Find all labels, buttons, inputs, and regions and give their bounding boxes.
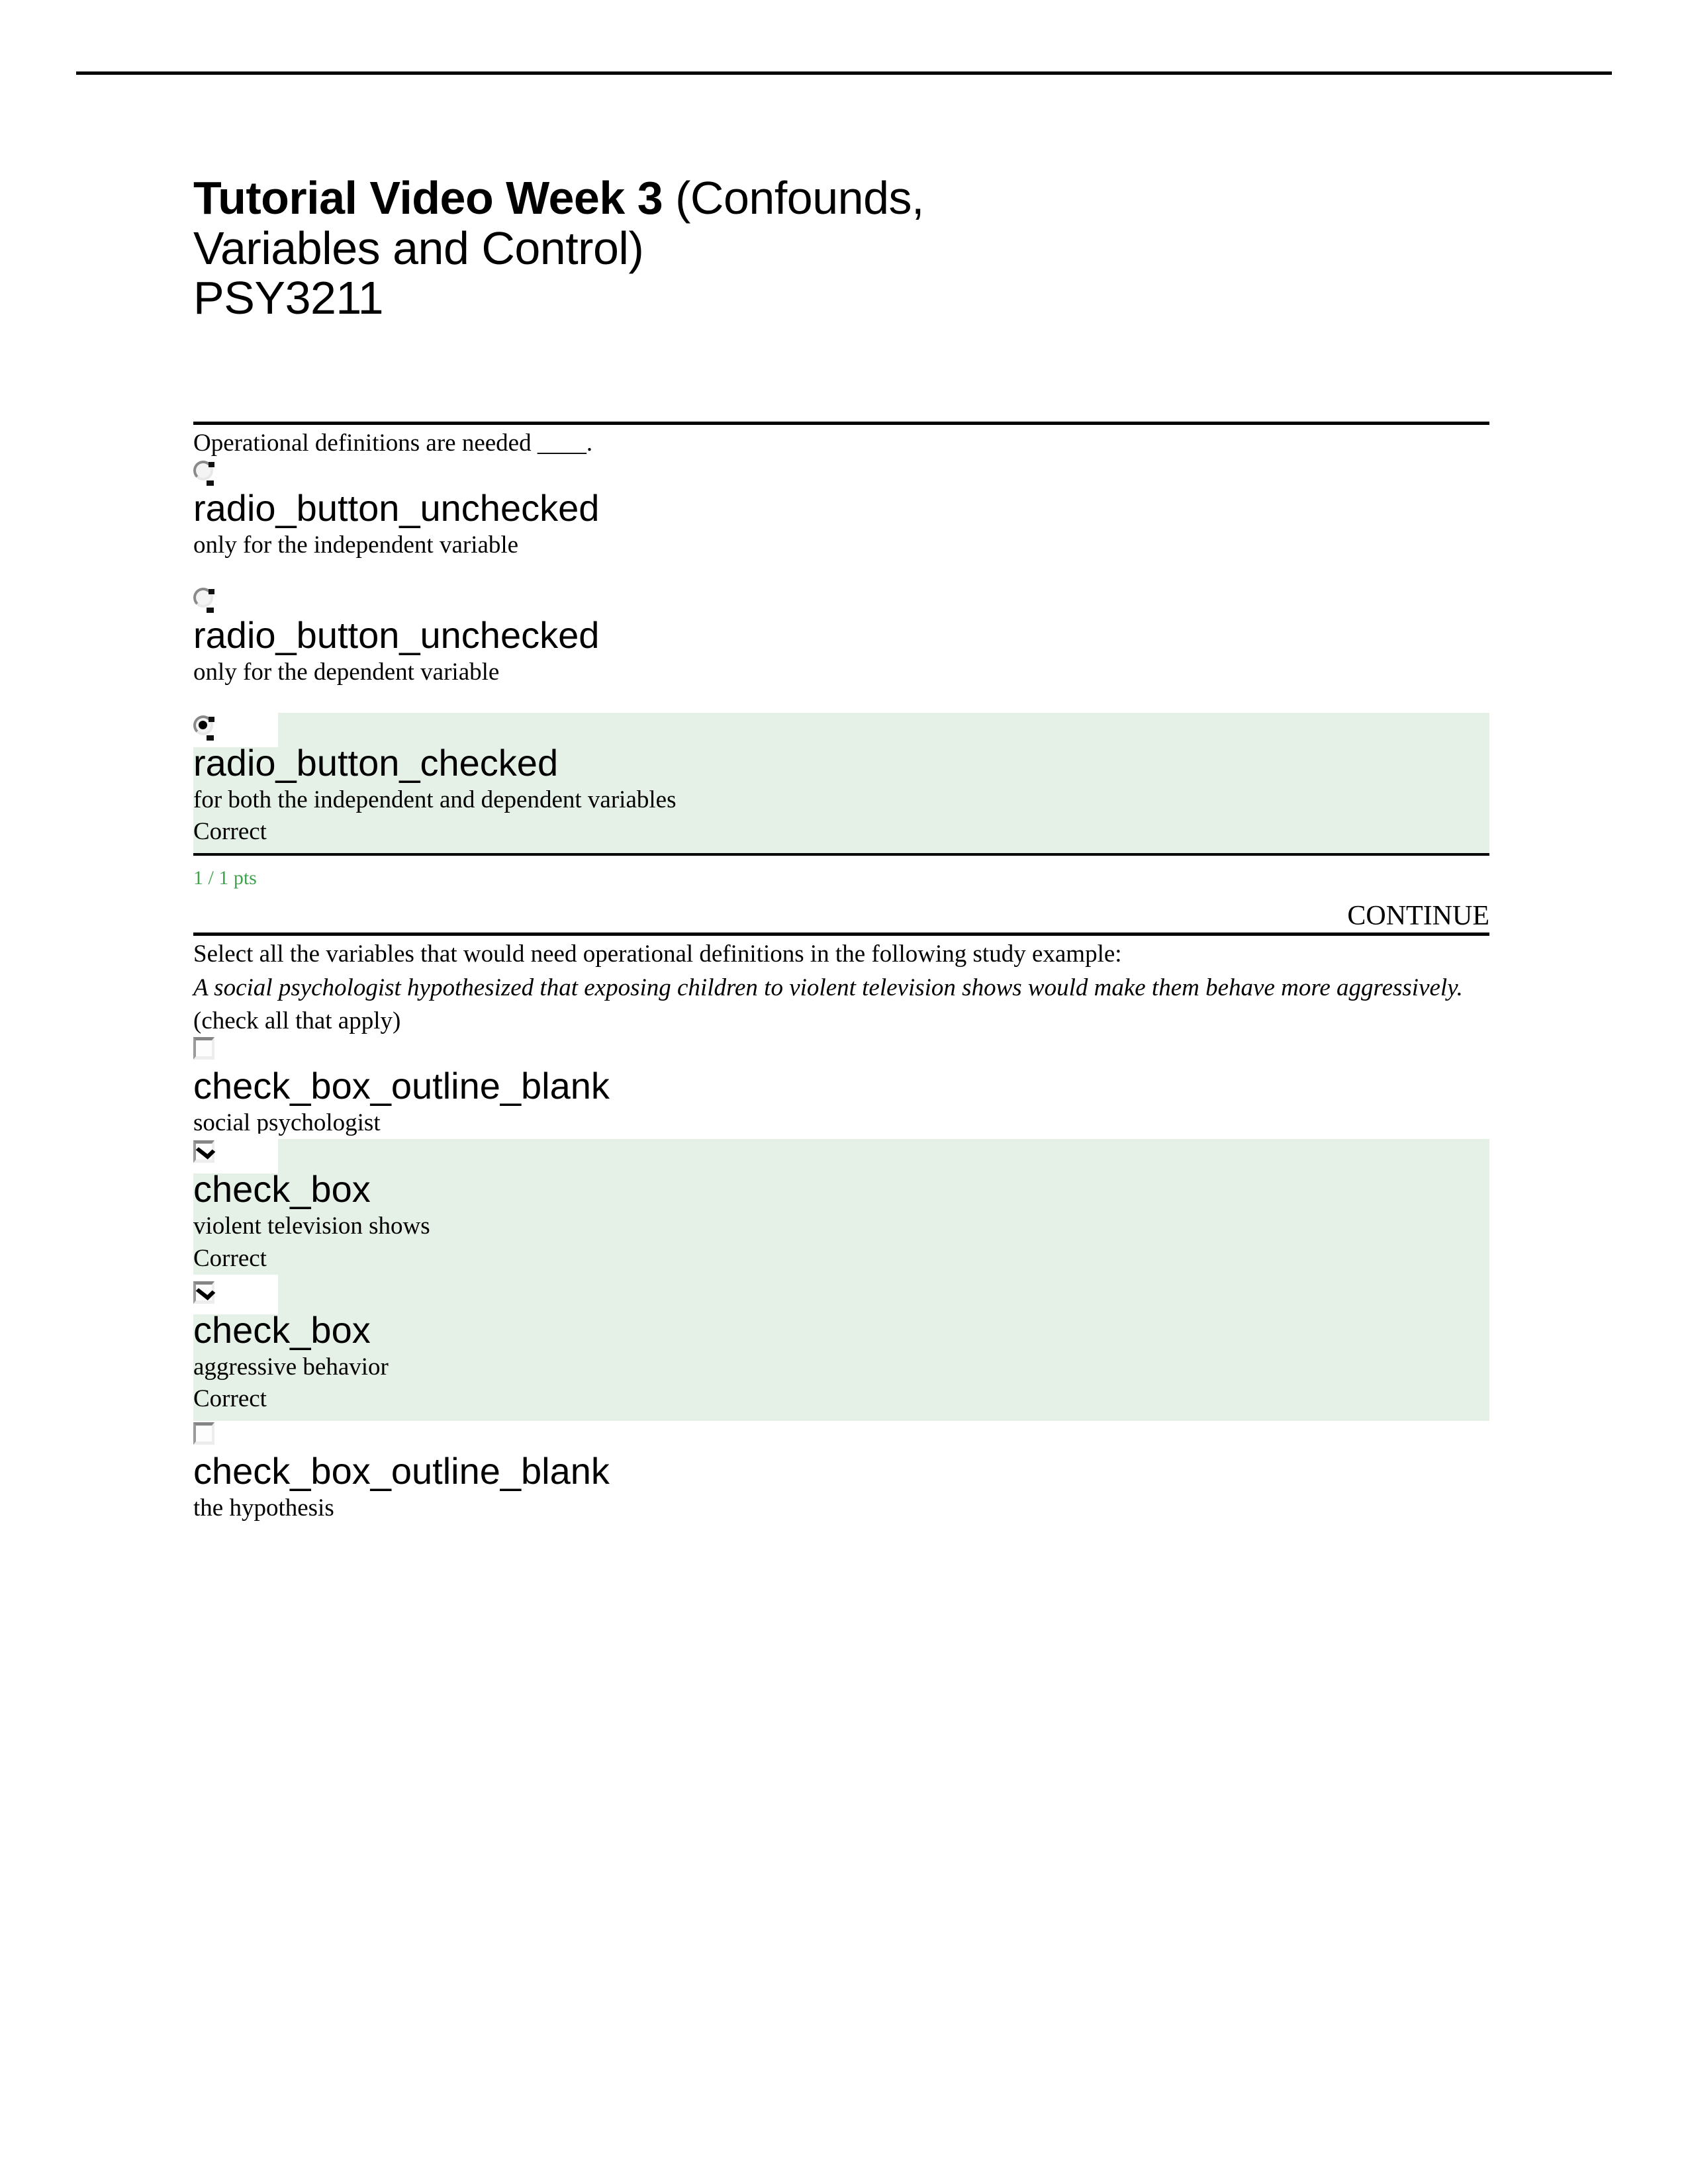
page-title-line2: Variables and Control) — [193, 222, 644, 274]
question-2-option-2-text: violent television shows — [193, 1212, 430, 1240]
continue-button[interactable]: CONTINUE — [193, 902, 1489, 933]
question-1-option-1-glyph-label: radio_button_unchecked — [193, 486, 600, 529]
question-1-option-3[interactable]: radio_button_checked for both the indepe… — [189, 707, 1489, 854]
radio-nub-top-icon — [209, 716, 214, 722]
radio-nub-icon — [207, 735, 214, 741]
radio-dot-icon — [199, 720, 207, 729]
radio-unchecked-row-1 — [193, 458, 1489, 487]
question-1-option-3-glyph-label: radio_button_checked — [193, 741, 559, 784]
question-2-option-2[interactable]: check_box violent television shows Corre… — [189, 1134, 1489, 1281]
radio-button-unchecked-icon[interactable] — [193, 588, 214, 614]
question-1-option-3-text: for both the independent and dependent v… — [193, 786, 677, 813]
check-box-outline-blank-icon[interactable] — [193, 1036, 214, 1060]
question-2-option-4-glyph-label: check_box_outline_blank — [193, 1449, 610, 1492]
checkbox-checked-row-1 — [189, 1134, 1489, 1174]
question-2-prompt-line-1: Select all the variables that would need… — [193, 940, 1122, 968]
radio-nub-top-icon — [209, 461, 214, 467]
radio-nub-icon — [207, 608, 214, 614]
document-page: Tutorial Video Week 3 (Confounds, Variabl… — [0, 0, 1688, 2184]
check-box-icon[interactable] — [193, 1140, 216, 1163]
question-2-option-4[interactable]: check_box_outline_blank the hypothesis — [193, 1421, 1489, 1524]
question-2-option-4-text: the hypothesis — [193, 1494, 334, 1522]
radio-nub-icon — [207, 480, 214, 486]
document-content: Tutorial Video Week 3 (Confounds, Variabl… — [189, 173, 1489, 1524]
question-2-option-1-glyph-label: check_box_outline_blank — [193, 1064, 610, 1107]
checkbox-blank-row-1 — [193, 1036, 1489, 1065]
radio-unchecked-row-2 — [193, 585, 1489, 614]
question-1-option-3-feedback: Correct — [193, 818, 267, 846]
question-2-option-3-glyph-label: check_box — [193, 1309, 371, 1351]
question-2-option-1-text: social psychologist — [193, 1109, 381, 1136]
question-1-option-2-text: only for the dependent variable — [193, 659, 500, 686]
page-title-bold: Tutorial Video Week 3 — [193, 172, 663, 224]
question-1-prompt: Operational definitions are needed ____. — [193, 429, 593, 457]
page-title: Tutorial Video Week 3 (Confounds, Variabl… — [193, 173, 1489, 324]
page-title-line3: PSY3211 — [193, 272, 384, 324]
question-2-prompt-line-3: (check all that apply) — [193, 1007, 401, 1034]
page-title-rest: (Confounds, — [663, 172, 924, 224]
checkbox-blank-row-2 — [193, 1421, 1489, 1450]
question-1-option-1-text: only for the independent variable — [193, 531, 519, 559]
page-top-rule — [76, 71, 1612, 75]
question-2-option-3[interactable]: check_box aggressive behavior Correct — [189, 1275, 1489, 1421]
check-mark-icon — [195, 1283, 216, 1300]
check-box-icon[interactable] — [193, 1281, 216, 1304]
question-2-option-3-text: aggressive behavior — [193, 1353, 389, 1381]
radio-button-unchecked-icon[interactable] — [193, 460, 214, 486]
question-2-prompt-line-2: A social psychologist hypothesized that … — [193, 974, 1463, 1001]
radio-nub-top-icon — [209, 589, 214, 595]
question-2-option-2-feedback: Correct — [193, 1244, 267, 1272]
checkbox-checked-row-2 — [189, 1275, 1489, 1315]
question-2-option-1[interactable]: check_box_outline_blank social psycholog… — [193, 1036, 1489, 1139]
question-1-option-1[interactable]: radio_button_unchecked only for the inde… — [193, 458, 1489, 561]
radio-button-checked-icon[interactable] — [193, 715, 214, 741]
question-1-option-2-glyph-label: radio_button_unchecked — [193, 614, 600, 657]
title-spacer — [193, 324, 1489, 422]
check-mark-icon — [195, 1142, 216, 1160]
question-2-option-2-glyph-label: check_box — [193, 1168, 371, 1210]
question-2-option-3-feedback: Correct — [193, 1385, 267, 1413]
question-1-points: 1 / 1 pts — [193, 867, 257, 889]
question-1-option-2[interactable]: radio_button_unchecked only for the depe… — [193, 585, 1489, 688]
check-box-outline-blank-icon[interactable] — [193, 1422, 214, 1445]
radio-checked-row — [189, 707, 1489, 747]
